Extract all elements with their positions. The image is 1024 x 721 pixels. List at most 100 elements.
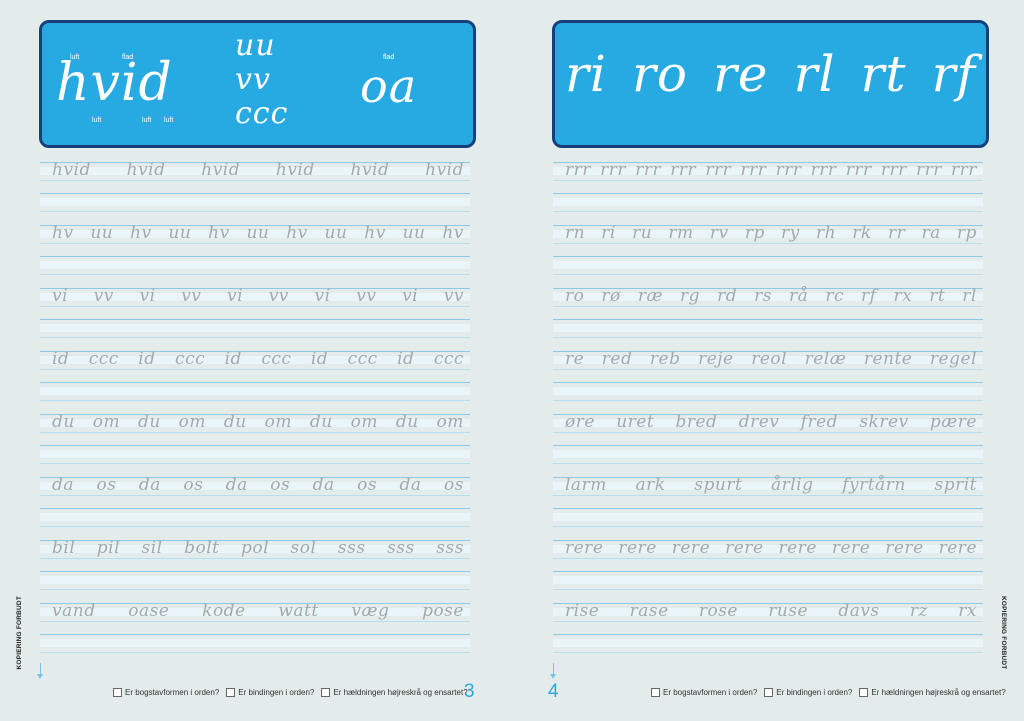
trace-word: rr <box>887 223 906 243</box>
header-pair-ri: ri <box>565 45 607 103</box>
practice-row: du om du om du om du om du om <box>40 412 470 477</box>
trace-words: hv uu hv uu hv uu hv uu hv uu hv <box>52 223 464 243</box>
right-checklist: Er bogstavformen i orden? Er bindingen i… <box>651 688 1006 697</box>
trace-words: vand oase kode watt væg pose <box>52 601 464 621</box>
check-label: Er bindingen i orden? <box>238 688 315 697</box>
check-letterform[interactable]: Er bogstavformen i orden? <box>113 688 219 697</box>
blank-writing-lines[interactable] <box>40 508 470 532</box>
trace-word: rm <box>668 223 694 243</box>
checkbox[interactable] <box>859 688 869 697</box>
blank-writing-lines[interactable] <box>40 445 470 469</box>
blank-writing-lines[interactable] <box>40 319 470 343</box>
trace-word: ru <box>632 223 653 243</box>
trace-word: rrr <box>565 160 591 180</box>
trace-word: re <box>565 349 585 369</box>
trace-word: os <box>357 475 378 495</box>
trace-word: ccc <box>347 349 378 369</box>
checkbox[interactable] <box>651 688 660 697</box>
margin-arrow-left <box>37 663 43 679</box>
trace-words: id ccc id ccc id ccc id ccc id ccc <box>52 349 464 369</box>
trace-word: rrr <box>810 160 837 180</box>
trace-word: du <box>137 412 161 432</box>
check-label: Er bindingen i orden? <box>776 688 853 697</box>
trace-word: vi <box>52 286 69 306</box>
practice-row: rrr rrr rrr rrr rrr rrr rrr rrr rrr rrr rrr rrr <box>553 160 983 225</box>
checkbox[interactable] <box>764 688 774 697</box>
trace-word: pil <box>96 538 121 558</box>
trace-word: vand <box>52 601 96 621</box>
practice-row: øre uret bred drev fred skrev pære <box>553 412 983 477</box>
trace-word: hv <box>130 223 152 243</box>
trace-word: øre <box>565 412 595 432</box>
checkbox[interactable] <box>321 688 331 697</box>
trace-word: rn <box>565 223 586 243</box>
trace-word: id <box>397 349 415 369</box>
trace-word: ra <box>921 223 941 243</box>
trace-word: sss <box>387 538 415 558</box>
trace-word: sol <box>290 538 317 558</box>
trace-word: hvid <box>52 160 91 180</box>
trace-word: vi <box>139 286 156 306</box>
practice-row: vi vv vi vv vi vv vi vv vi vv <box>40 286 470 351</box>
trace-word: os <box>443 475 464 495</box>
trace-word: ruse <box>768 601 809 621</box>
trace-word: rere <box>671 538 711 558</box>
left-page: luft flad hvid luft luft luft uu vv ccc … <box>0 0 512 721</box>
checkbox[interactable] <box>113 688 122 697</box>
trace-word: rz <box>909 601 928 621</box>
check-binding[interactable]: Er bindingen i orden? <box>764 688 852 697</box>
trace-word: rere <box>778 538 817 558</box>
header-word-oa: oa <box>360 59 418 113</box>
check-slant[interactable]: Er hældningen højreskrå og ensartet? <box>859 688 1006 697</box>
check-label: Er bogstavformen i orden? <box>663 688 758 697</box>
trace-word: spurt <box>694 475 743 495</box>
blank-writing-lines[interactable] <box>553 634 983 658</box>
blank-writing-lines[interactable] <box>40 193 470 217</box>
practice-row: larm ark spurt årlig fyrtårn sprit <box>553 475 983 540</box>
trace-word: rrr <box>775 160 802 180</box>
header-pair-ro: ro <box>631 45 688 103</box>
trace-word: uret <box>616 412 655 432</box>
trace-word: rt <box>929 286 946 306</box>
blank-writing-lines[interactable] <box>40 382 470 406</box>
check-slant[interactable]: Er hældningen højreskrå og ensartet? <box>321 688 468 697</box>
trace-word: vi <box>402 286 419 306</box>
trace-word: ccc <box>175 349 206 369</box>
trace-word: rere <box>885 538 924 558</box>
trace-word: larm <box>565 475 607 495</box>
trace-word: vi <box>314 286 331 306</box>
trace-word: rrr <box>915 160 942 180</box>
trace-word: rise <box>565 601 600 621</box>
trace-word: du <box>395 412 419 432</box>
trace-word: kode <box>202 601 246 621</box>
blank-writing-lines[interactable] <box>40 256 470 280</box>
trace-word: rrr <box>600 160 626 180</box>
blank-writing-lines[interactable] <box>553 508 983 532</box>
practice-row: hvid hvid hvid hvid hvid hvid <box>40 160 470 225</box>
check-binding[interactable]: Er bindingen i orden? <box>226 688 314 697</box>
trace-word: reol <box>751 349 788 369</box>
blank-writing-lines[interactable] <box>553 319 983 343</box>
blank-writing-lines[interactable] <box>40 634 470 658</box>
trace-words: øre uret bred drev fred skrev pære <box>565 412 977 432</box>
trace-word: regel <box>929 349 977 369</box>
blank-writing-lines[interactable] <box>553 256 983 280</box>
blank-writing-lines[interactable] <box>40 571 470 595</box>
check-label: Er bogstavformen i orden? <box>125 688 220 697</box>
checkbox[interactable] <box>226 688 236 697</box>
trace-word: årlig <box>770 475 814 495</box>
trace-word: hv <box>442 223 464 243</box>
annotation-luft-b2: luft <box>142 117 152 124</box>
trace-word: rrr <box>740 160 767 180</box>
trace-word: hv <box>364 223 386 243</box>
trace-word: ark <box>635 475 666 495</box>
blank-writing-lines[interactable] <box>553 445 983 469</box>
blank-writing-lines[interactable] <box>553 382 983 406</box>
blank-writing-lines[interactable] <box>553 193 983 217</box>
header-stacked-vv: vv <box>235 62 271 97</box>
check-letterform[interactable]: Er bogstavformen i orden? <box>651 688 757 697</box>
trace-word: vv <box>356 286 377 306</box>
side-text-right: KOPIERING FORBUDT <box>1000 596 1007 670</box>
blank-writing-lines[interactable] <box>553 571 983 595</box>
trace-word: om <box>264 412 292 432</box>
